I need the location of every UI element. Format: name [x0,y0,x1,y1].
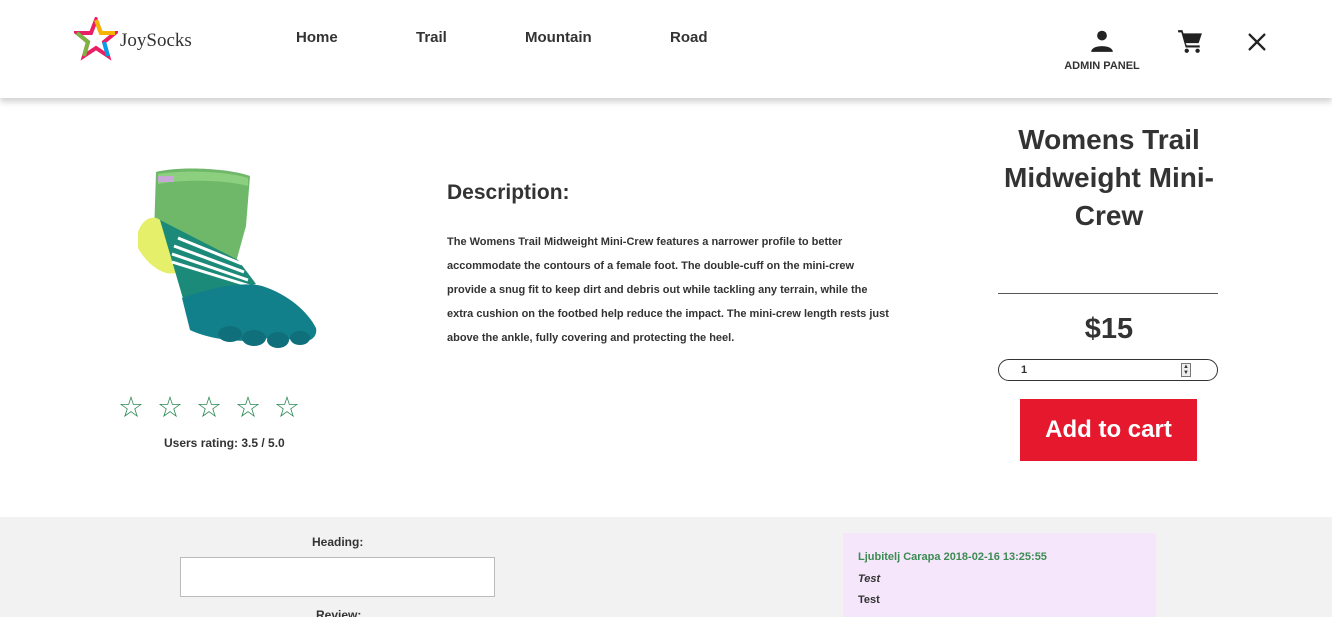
review-title: Test [858,573,881,585]
review-label: Review: [316,608,362,617]
user-icon [1091,30,1113,52]
quantity-input[interactable]: 1 ▲ ▼ [998,359,1218,381]
add-to-cart-button[interactable]: Add to cart [1020,399,1197,461]
nav-home[interactable]: Home [296,29,338,46]
quantity-stepper[interactable]: ▲ ▼ [1181,363,1191,377]
star-icon[interactable]: ☆ [274,394,300,423]
star-icon[interactable]: ☆ [118,394,144,423]
users-rating: Users rating: 3.5 / 5.0 [164,436,285,450]
nav-trail[interactable]: Trail [416,29,447,46]
nav-mountain[interactable]: Mountain [525,29,592,46]
review-author-date: Ljubitelj Carapa 2018-02-16 13:25:55 [858,551,1047,563]
description-heading: Description: [447,181,570,204]
logo-text: JoySocks [120,30,192,51]
star-icon[interactable]: ☆ [235,394,261,423]
product-title: Womens Trail Midweight Mini-Crew [1004,124,1214,231]
product-price: $15 [1084,313,1134,345]
star-icon[interactable]: ☆ [196,394,222,423]
review-card: Ljubitelj Carapa 2018-02-16 13:25:55 Tes… [843,533,1156,617]
cart-icon[interactable] [1177,28,1203,54]
logo-star-icon [74,17,118,61]
site-header: JoySocks Home Trail Mountain Road ADMIN … [0,0,1332,98]
logo[interactable]: JoySocks [74,17,192,61]
review-body: Test [858,594,880,606]
admin-panel-label: ADMIN PANEL [1064,60,1140,72]
star-icon[interactable]: ☆ [157,394,183,423]
quantity-value: 1 [1021,364,1028,376]
product-image [138,168,317,348]
close-icon[interactable] [1246,31,1268,53]
heading-label: Heading: [312,535,364,549]
description-text: The Womens Trail Midweight Mini-Crew fea… [447,236,889,344]
nav-road[interactable]: Road [670,29,708,46]
heading-input[interactable] [180,557,495,597]
reviews-section: Heading: Review: Ljubitelj Carapa 2018-0… [0,517,1332,617]
admin-panel-link[interactable]: ADMIN PANEL [1058,28,1146,72]
divider [998,293,1218,294]
rating-stars: ☆ ☆ ☆ ☆ ☆ [118,394,300,423]
